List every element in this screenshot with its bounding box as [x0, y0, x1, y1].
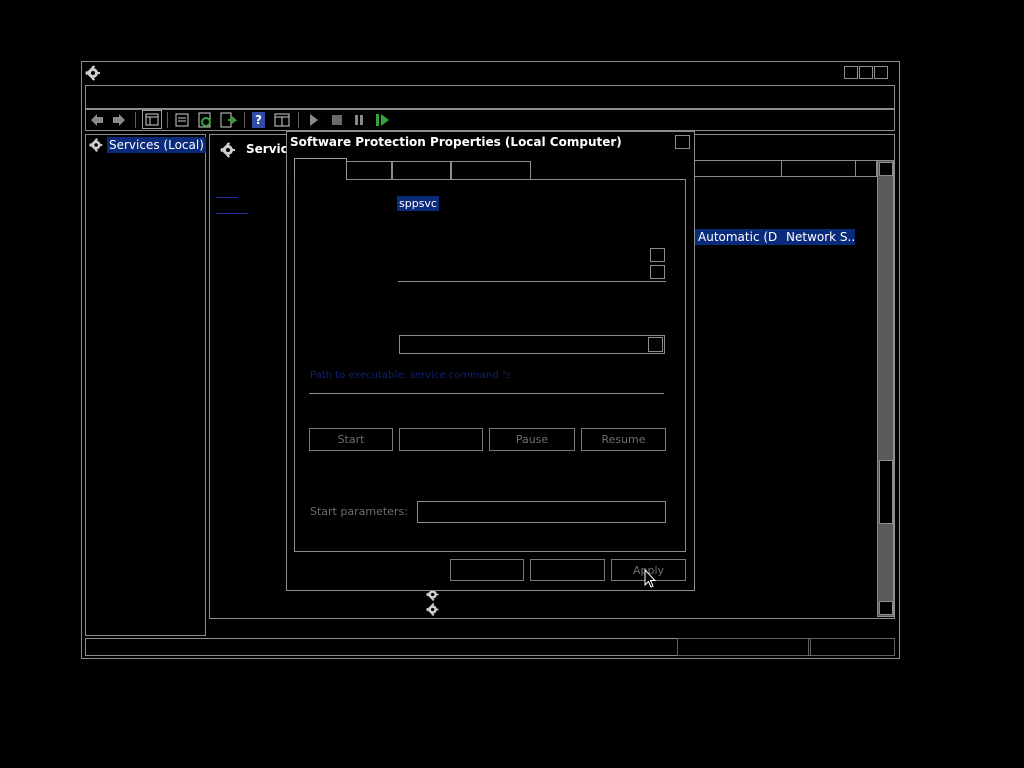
status-bar-section: [810, 638, 895, 656]
start-parameters-input[interactable]: [417, 501, 666, 523]
help-icon[interactable]: ?: [252, 112, 265, 128]
section-divider: [309, 393, 664, 394]
scroll-down-button[interactable]: [879, 601, 893, 615]
pause-button[interactable]: Pause: [489, 428, 575, 451]
vertical-scrollbar[interactable]: [877, 160, 894, 617]
startup-type-dropdown[interactable]: [399, 335, 665, 354]
stop-button[interactable]: [399, 428, 483, 451]
scroll-up-button[interactable]: [879, 162, 893, 176]
description-scroll-down[interactable]: [650, 265, 665, 279]
start-button[interactable]: Start: [309, 428, 393, 451]
show-hide-icon[interactable]: [274, 112, 290, 128]
window-controls: [843, 66, 897, 81]
dialog-close-button[interactable]: [675, 135, 690, 149]
toolbar-separator: [167, 112, 168, 128]
start-service-icon[interactable]: [308, 113, 320, 127]
toolbar-separator: [244, 112, 245, 128]
path-to-executable-text: Path to executable: service command "spp…: [310, 370, 510, 381]
service-name-value: sppsvc: [397, 196, 439, 211]
row-startup-type: Automatic (D...: [698, 230, 778, 244]
maximize-button[interactable]: [859, 66, 873, 79]
ok-button[interactable]: [450, 559, 524, 581]
stop-service-icon[interactable]: [331, 114, 343, 126]
row-log-on-as: Network S...: [786, 230, 854, 244]
status-bar-section: [677, 638, 809, 656]
pause-button-label: Pause: [515, 433, 549, 446]
mouse-cursor-icon: [644, 569, 657, 589]
title-bar: [82, 62, 899, 84]
start-parameters-label: Start parameters:: [310, 505, 408, 518]
pause-service-icon[interactable]: [353, 114, 365, 126]
chevron-down-icon[interactable]: [648, 337, 663, 352]
console-tree-icon[interactable]: [142, 110, 162, 129]
stop-link-decoration[interactable]: [216, 197, 238, 198]
scroll-thumb[interactable]: [879, 460, 893, 524]
services-gear-icon: [89, 137, 105, 153]
tab-log-on[interactable]: [346, 161, 392, 180]
table-row-selected[interactable]: Automatic (D... Network S...: [694, 229, 855, 245]
tree-item-services-local[interactable]: Services (Local): [107, 137, 206, 153]
menu-bar: [85, 85, 895, 109]
resume-button[interactable]: Resume: [581, 428, 666, 451]
tab-dependencies[interactable]: [451, 161, 531, 180]
export-list-icon[interactable]: [219, 112, 237, 128]
cancel-button[interactable]: [530, 559, 605, 581]
refresh-icon[interactable]: [197, 112, 213, 128]
description-field: [398, 246, 666, 282]
start-button-label: Start: [337, 433, 365, 446]
restart-service-icon[interactable]: [375, 113, 391, 127]
console-tree-pane: [85, 134, 206, 636]
services-gear-icon: [85, 64, 103, 82]
back-arrow-icon[interactable]: [89, 112, 105, 128]
toolbar-separator: [298, 112, 299, 128]
restart-link-decoration[interactable]: [216, 213, 248, 214]
forward-arrow-icon[interactable]: [111, 112, 127, 128]
minimize-button[interactable]: [844, 66, 858, 79]
properties-icon[interactable]: [174, 112, 190, 128]
close-button[interactable]: [874, 66, 888, 79]
tab-recovery[interactable]: [392, 161, 451, 180]
tab-general[interactable]: [294, 158, 347, 180]
dialog-title: Software Protection Properties (Local Co…: [290, 135, 622, 149]
column-header-extra[interactable]: [855, 160, 877, 177]
column-header-startup-type[interactable]: [694, 160, 782, 177]
tab-panel-general: [294, 179, 686, 552]
services-gear-icon: [426, 602, 441, 617]
column-header-log-on-as[interactable]: [781, 160, 856, 177]
toolbar-separator: [135, 112, 136, 128]
resume-button-label: Resume: [601, 433, 646, 446]
description-scroll-up[interactable]: [650, 248, 665, 262]
services-gear-icon: [220, 141, 238, 159]
